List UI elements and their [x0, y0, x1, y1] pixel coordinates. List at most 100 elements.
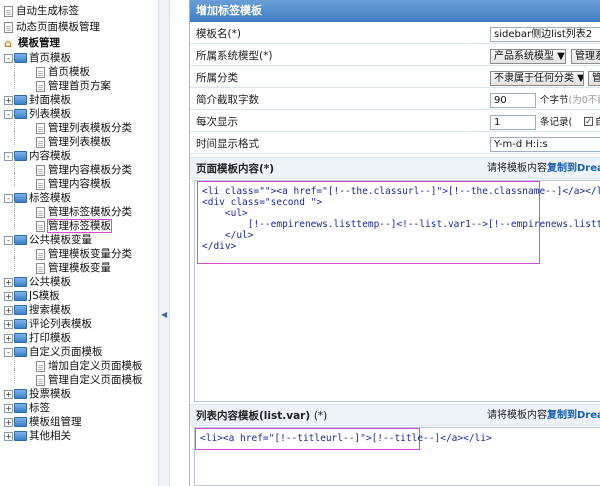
page-icon [4, 21, 13, 33]
expand-icon[interactable]: + [4, 389, 13, 399]
tree-leaf[interactable]: 管理列表模板分类 [36, 121, 132, 135]
tree-item-label: 封面模板 [29, 94, 71, 106]
expand-icon[interactable]: + [4, 417, 13, 427]
tree-leaf[interactable]: 首页模板 [36, 65, 90, 79]
page-icon [36, 122, 45, 134]
per-page-suffix: 条记录( [540, 117, 573, 128]
copy-to-dreamweaver-link[interactable]: 复制到Drea [547, 410, 600, 421]
tree-folder[interactable]: + 投票模板 [4, 387, 71, 401]
tree-folder[interactable]: + 模板组管理 [4, 415, 82, 429]
collapse-icon[interactable]: - [4, 151, 13, 161]
folder-icon [14, 277, 27, 287]
list-template-label-wrap: 列表内容模板(list.var) (*) [196, 405, 327, 427]
expand-icon[interactable]: + [4, 305, 13, 315]
per-page-input[interactable]: 1 [490, 115, 536, 130]
expand-icon[interactable]: + [4, 95, 13, 105]
tree-leaf[interactable]: 管理自定义页面模板 [36, 373, 143, 387]
tree-item-label: 评论列表模板 [29, 318, 92, 330]
truncate-unit: 个字节 [540, 95, 569, 106]
tree-leaf[interactable]: 管理模板变量 [36, 261, 111, 275]
page-icon [36, 178, 45, 190]
template-name-input[interactable]: sidebar侧边list列表2 [490, 27, 600, 42]
expand-icon[interactable]: + [4, 291, 13, 301]
page-template-code: <li class=""><a href="[!--the.classurl--… [202, 186, 600, 252]
tree-item-label: 管理内容模板分类 [48, 164, 132, 176]
section-title-label: 模板管理 [18, 37, 60, 49]
row-category: 所属分类 不隶属于任何分类 ▼ 管 [190, 69, 600, 88]
sidebar-item-dynamic-page[interactable]: 动态页面模板管理 [4, 20, 100, 34]
copy-to-dreamweaver-link[interactable]: 复制到Drea [547, 163, 600, 174]
tree-leaf[interactable]: 管理列表模板 [36, 135, 111, 149]
tree-leaf[interactable]: 管理模板变量分类 [36, 247, 132, 261]
page-template-label: 页面模板内容(*) [196, 163, 275, 175]
tree-leaf[interactable]: 管理首页方案 [36, 79, 111, 93]
category-label: 所属分类 [196, 72, 238, 84]
expand-icon[interactable]: + [4, 319, 13, 329]
expand-icon[interactable]: + [4, 277, 13, 287]
tree-folder[interactable]: + 评论列表模板 [4, 317, 92, 331]
row-per-page: 每次显示 1 条记录( ✓ 自 [190, 113, 600, 132]
tree-folder[interactable]: + 其他相关 [4, 429, 71, 443]
collapse-icon[interactable]: - [4, 53, 13, 63]
expand-icon[interactable]: + [4, 431, 13, 441]
row-template-name: 模板名(*) sidebar侧边list列表2 [190, 25, 600, 44]
page-icon [36, 80, 45, 92]
tree-folder[interactable]: + 打印模板 [4, 331, 71, 345]
tree-leaf[interactable]: 管理内容模板 [36, 177, 111, 191]
folder-icon [14, 403, 27, 413]
list-template-textarea[interactable]: <li><a href="[!--titleurl--]">[!--title-… [194, 427, 600, 486]
page-icon [36, 262, 45, 274]
folder-icon [14, 417, 27, 427]
tree-folder[interactable]: + JS模板 [4, 289, 60, 303]
sidebar-item-auto-tag[interactable]: 自动生成标签 [4, 4, 79, 18]
category-select[interactable]: 不隶属于任何分类 ▼ [490, 71, 584, 86]
tree-leaf[interactable]: 增加自定义页面模板 [36, 359, 143, 373]
collapse-arrow-icon[interactable]: ◀ [161, 310, 167, 319]
expand-icon[interactable]: + [4, 403, 13, 413]
tree-folder[interactable]: + 标签 [4, 401, 50, 415]
collapse-icon[interactable]: - [4, 347, 13, 357]
per-page-checkbox[interactable]: ✓ [584, 117, 593, 126]
tree-item-label: 标签模板 [29, 192, 71, 204]
manage-category-button[interactable]: 管 [588, 71, 600, 86]
hint-prefix: 请将模板内容 [487, 410, 547, 421]
collapse-icon[interactable]: - [4, 235, 13, 245]
tree-item-label: 标签 [29, 402, 50, 414]
folder-icon [14, 53, 27, 63]
folder-icon [14, 291, 27, 301]
collapse-icon[interactable]: - [4, 193, 13, 203]
tree-item-label: 自定义页面模板 [29, 346, 103, 358]
page-template-textarea[interactable]: <li class=""><a href="[!--the.classurl--… [194, 180, 600, 402]
tree-folder[interactable]: - 自定义页面模板 [4, 345, 103, 359]
home-icon: ⌂ [4, 36, 12, 50]
folder-icon [14, 305, 27, 315]
time-format-input[interactable]: Y-m-d H:i:s [490, 137, 600, 152]
truncate-input[interactable]: 90 [490, 93, 536, 108]
manage-system-model-button[interactable]: 管理系 [571, 49, 600, 64]
main-panel: 增加标签模板 模板名(*) sidebar侧边list列表2 所属系统模型(*)… [189, 0, 600, 486]
page-icon [36, 136, 45, 148]
tree-folder[interactable]: - 公共模板变量 [4, 233, 92, 247]
tree-folder[interactable]: + 公共模板 [4, 275, 71, 289]
tree-leaf[interactable]: 管理内容模板分类 [36, 163, 132, 177]
collapse-icon[interactable]: - [4, 109, 13, 119]
tree-folder[interactable]: + 封面模板 [4, 93, 71, 107]
list-template-header: 列表内容模板(list.var) (*) 请将模板内容复制到Drea [190, 404, 600, 426]
sidebar-item-label: 自动生成标签 [16, 5, 79, 17]
tree-item-label: 投票模板 [29, 388, 71, 400]
expand-icon[interactable]: + [4, 333, 13, 343]
tree-leaf[interactable]: 管理标签模板分类 [36, 205, 132, 219]
tree-guide-line [14, 201, 15, 215]
tree-item-label: 首页模板 [29, 52, 71, 64]
system-model-select[interactable]: 产品系统模型 ▼ [490, 49, 566, 64]
tree-item-label: 管理内容模板 [48, 178, 111, 190]
tree-leaf[interactable]: 管理标签模板 [36, 219, 112, 233]
tree-guide-line [14, 159, 15, 173]
folder-icon [14, 109, 27, 119]
tree-folder[interactable]: + 搜索模板 [4, 303, 71, 317]
tree-guide-line [14, 131, 15, 145]
form-header: 增加标签模板 [190, 0, 600, 22]
page-icon [36, 360, 45, 372]
tree-item-label: 首页模板 [48, 66, 90, 78]
panel-splitter[interactable]: ◀ [158, 0, 170, 486]
